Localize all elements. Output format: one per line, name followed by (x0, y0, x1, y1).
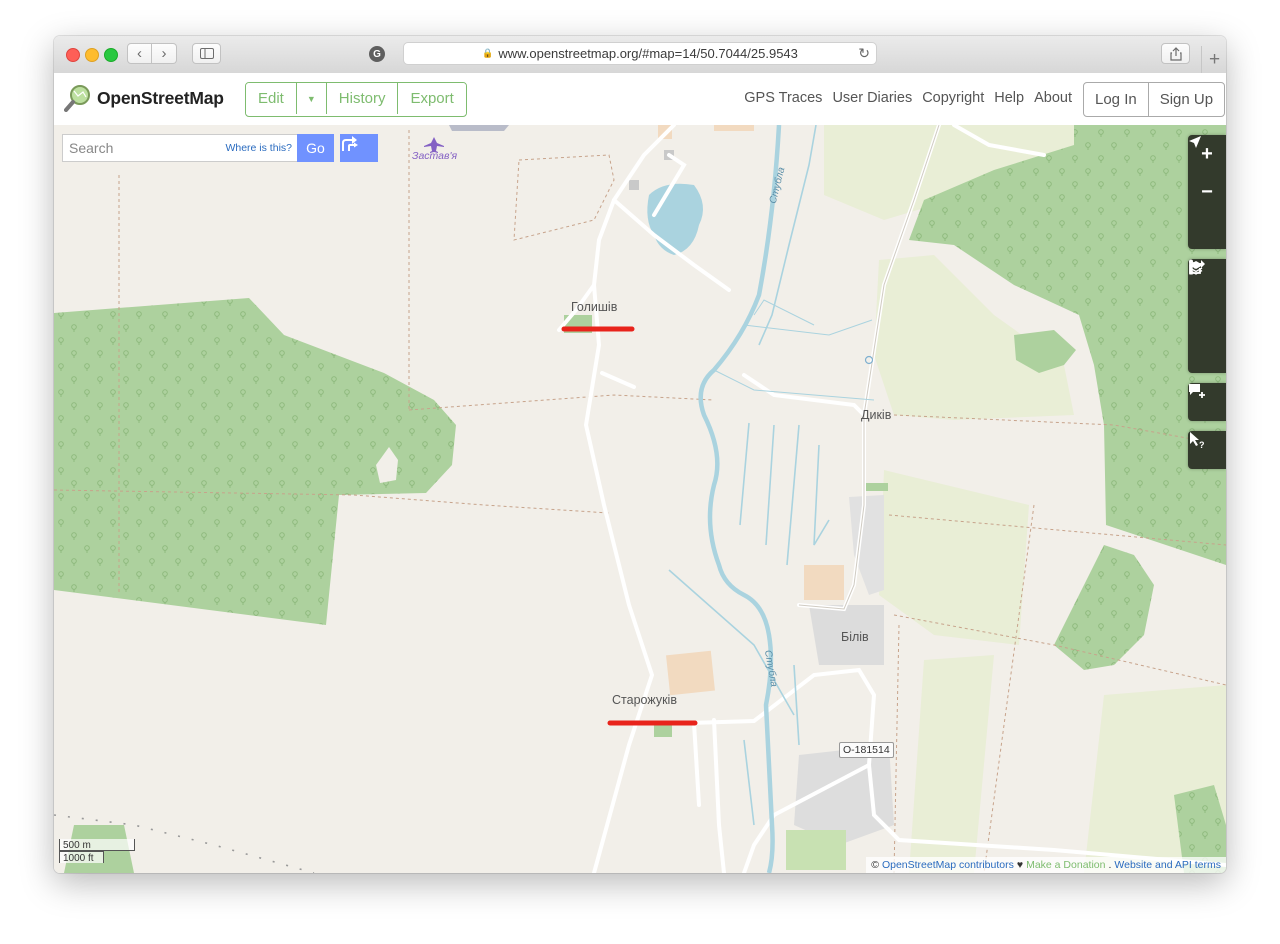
edit-button-group: Edit ▼ History Export (245, 82, 467, 117)
query-features-button[interactable]: ? (1188, 431, 1226, 469)
copyright-symbol: © (871, 859, 879, 871)
osm-magnifier-logo-icon (64, 85, 90, 112)
label-zastavia: Застав'я (412, 150, 458, 162)
where-is-this-link[interactable]: Where is this? (225, 142, 292, 154)
directions-icon (342, 136, 358, 151)
nav-gps-traces[interactable]: GPS Traces (744, 90, 822, 106)
share-map-button[interactable] (1188, 260, 1226, 373)
scale-bar: 500 m 1000 ft (59, 839, 135, 864)
farmyard-area (666, 650, 715, 696)
auth-button-group: Log In Sign Up (1083, 82, 1226, 117)
map-key-button[interactable] (1188, 259, 1226, 335)
contributors-link[interactable]: OpenStreetMap contributors (882, 859, 1014, 871)
label-starozhukiv: Старожуків (612, 693, 677, 707)
building (629, 180, 639, 190)
nav-help[interactable]: Help (994, 90, 1024, 106)
sidebar-icon (199, 48, 214, 59)
edit-dropdown-button[interactable]: ▼ (296, 83, 327, 114)
farmyard-area (804, 565, 844, 600)
scale-metric: 500 m (59, 839, 135, 851)
building-area (714, 125, 754, 131)
browser-window: ‹ › G 🔒 www.openstreetmap.org/#map=14/50… (54, 36, 1226, 873)
terms-link[interactable]: Website and API terms (1114, 859, 1221, 871)
chevron-left-icon: ‹ (137, 45, 142, 62)
url-text: www.openstreetmap.org/#map=14/50.7044/25… (498, 46, 798, 61)
query-cursor-icon: ? (1190, 432, 1205, 449)
nav-about[interactable]: About (1034, 90, 1072, 106)
back-button[interactable]: ‹ (127, 43, 152, 64)
label-biliv: Білів (841, 630, 869, 644)
small-green-area (866, 483, 888, 491)
sidebar-toggle-button[interactable] (192, 43, 221, 64)
browser-toolbar: ‹ › G 🔒 www.openstreetmap.org/#map=14/50… (54, 36, 1226, 74)
search-go-button[interactable]: Go (297, 134, 334, 162)
login-button[interactable]: Log In (1084, 83, 1149, 116)
secondary-nav: GPS Traces User Diaries Copyright Help A… (744, 90, 1072, 106)
locate-arrow-icon (1189, 136, 1201, 148)
history-button[interactable]: History (326, 83, 399, 114)
grammarly-extension-icon[interactable]: G (369, 46, 385, 62)
donate-link[interactable]: Make a Donation (1026, 859, 1105, 871)
logo-text: OpenStreetMap (97, 87, 224, 108)
attribution-separator: . (1108, 859, 1112, 871)
heart-icon: ♥ (1016, 859, 1024, 871)
caret-down-icon: ▼ (306, 93, 316, 104)
query-control: ? (1188, 431, 1226, 469)
lock-icon: 🔒 (482, 48, 494, 58)
osm-header: OpenStreetMap Edit ▼ History Export GPS … (54, 73, 1226, 126)
map-tools (1188, 259, 1226, 373)
road-ref-shield: O-181514 (839, 742, 894, 758)
forward-button[interactable]: › (152, 43, 177, 64)
zoom-out-button[interactable]: − (1188, 173, 1226, 211)
nav-copyright[interactable]: Copyright (922, 90, 984, 106)
share-button[interactable] (1161, 43, 1190, 64)
locate-button[interactable] (1188, 136, 1226, 249)
pond (647, 183, 703, 255)
map-view[interactable]: Застав'я Голишів Диків Білів Старожуків … (54, 125, 1226, 873)
map-canvas[interactable] (54, 125, 1226, 873)
address-bar[interactable]: 🔒 www.openstreetmap.org/#map=14/50.7044/… (403, 42, 877, 65)
search-box: Where is this? (62, 134, 299, 162)
new-tab-button[interactable]: + (1201, 46, 1226, 73)
label-dykiv: Диків (861, 408, 892, 422)
share-map-icon (1189, 260, 1205, 274)
svg-text:?: ? (1199, 440, 1205, 449)
directions-button[interactable] (340, 134, 378, 162)
signup-button[interactable]: Sign Up (1149, 83, 1224, 116)
maximize-window-button[interactable] (104, 48, 118, 62)
edit-button[interactable]: Edit (246, 83, 297, 114)
search-form: Where is this? Go (60, 133, 380, 165)
zoom-controls: + − (1188, 135, 1226, 249)
scale-imperial: 1000 ft (59, 851, 104, 864)
osm-logo[interactable]: OpenStreetMap (64, 84, 224, 112)
close-window-button[interactable] (66, 48, 80, 62)
add-note-icon (1189, 384, 1205, 398)
grass-area (786, 830, 846, 870)
forest-area (1054, 545, 1154, 670)
add-note-button[interactable] (1188, 383, 1226, 421)
export-button[interactable]: Export (398, 83, 466, 114)
label-holyshiv: Голишів (571, 300, 618, 314)
meadow-area (879, 470, 1029, 645)
note-control (1188, 383, 1226, 421)
search-input[interactable] (63, 135, 225, 161)
small-green-area (654, 725, 672, 737)
map-attribution: © OpenStreetMap contributors ♥ Make a Do… (866, 857, 1226, 873)
airfield-area (449, 125, 509, 131)
minimize-window-button[interactable] (85, 48, 99, 62)
reload-icon[interactable]: ↻ (858, 45, 870, 62)
nav-user-diaries[interactable]: User Diaries (832, 90, 912, 106)
share-icon (1169, 46, 1182, 61)
chevron-right-icon: › (161, 45, 167, 62)
